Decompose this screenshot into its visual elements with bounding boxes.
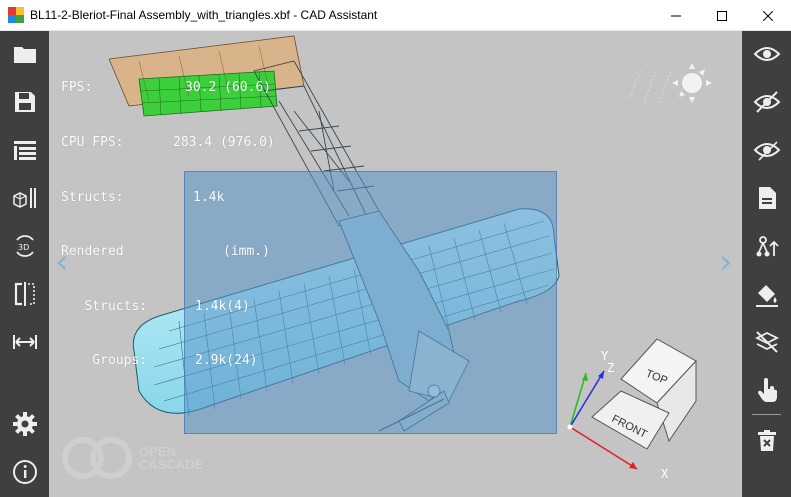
- right-toolbar: [742, 31, 791, 497]
- svg-text:3D: 3D: [18, 243, 29, 252]
- model-tree-icon: [13, 141, 36, 160]
- stat-row: Structs: 1.4k: [61, 189, 225, 205]
- measure-button[interactable]: [0, 322, 49, 362]
- close-button[interactable]: [745, 0, 791, 31]
- performance-stats: FPS: 30.2 (60.6) CPU FPS: 283.4 (976.0) St…: [61, 43, 275, 407]
- stat-row: Structs: 1.4k(4): [61, 298, 250, 314]
- logo-text-line-2: CASCADE: [139, 457, 204, 472]
- properties-button[interactable]: [742, 178, 791, 218]
- close-icon: [763, 10, 773, 21]
- pick-button[interactable]: [742, 370, 791, 410]
- hide-button[interactable]: [742, 82, 791, 122]
- next-view-arrow[interactable]: ›: [719, 245, 733, 279]
- maximize-icon: [717, 10, 727, 21]
- stat-row: Groups: 2.9k(24): [61, 353, 258, 369]
- hand-pointer-icon: [757, 378, 777, 402]
- paint-bucket-icon: [755, 285, 778, 307]
- document-icon: [758, 187, 776, 209]
- explode-view-button[interactable]: [0, 178, 49, 218]
- minimize-button[interactable]: [653, 0, 699, 31]
- settings-button[interactable]: [0, 404, 49, 444]
- previous-view-arrow[interactable]: ‹: [55, 245, 69, 279]
- settings-icon: [12, 412, 37, 436]
- folder-icon: [13, 47, 36, 63]
- save-button[interactable]: [0, 82, 49, 122]
- stat-row: FPS: 30.2 (60.6): [61, 80, 272, 96]
- eye-off-icon: [753, 91, 780, 113]
- info-button[interactable]: [0, 452, 49, 492]
- open-cascade-logo: OPEN CASCADE: [61, 436, 203, 480]
- delete-button[interactable]: [742, 421, 791, 461]
- save-icon: [14, 92, 35, 112]
- stat-row: Rendered (imm.): [61, 244, 270, 260]
- trash-icon: [757, 430, 776, 451]
- paint-button[interactable]: [742, 274, 791, 314]
- measure-icon: [12, 335, 37, 349]
- explode-view-icon: [12, 188, 36, 208]
- minimize-icon: [671, 15, 681, 16]
- 3d-viewport[interactable]: TOP FRONT FPS: 30.2 (60.6) CPU FPS: 283.4 …: [49, 31, 742, 497]
- eye-icon: [753, 47, 780, 61]
- graph-button[interactable]: [742, 226, 791, 266]
- clipping-plane-button[interactable]: [742, 322, 791, 362]
- open-cascade-logo-mark: [62, 437, 132, 479]
- left-toolbar: 3D: [0, 31, 49, 497]
- light-source-indicator: [628, 63, 712, 104]
- split-view-icon: [14, 282, 35, 306]
- show-only-button[interactable]: [742, 130, 791, 170]
- maximize-button[interactable]: [699, 0, 745, 31]
- split-view-button[interactable]: [0, 274, 49, 314]
- open-file-button[interactable]: [0, 34, 49, 74]
- model-tree-button[interactable]: [0, 130, 49, 170]
- graph-icon: [756, 236, 779, 257]
- title-bar: BL11-2-Bleriot-Final Assembly_with_trian…: [0, 0, 791, 31]
- window-title: BL11-2-Bleriot-Final Assembly_with_trian…: [30, 8, 378, 22]
- cad-assistant-app-icon: [8, 7, 24, 23]
- stat-row: CPU FPS: 283.4 (976.0): [61, 135, 275, 151]
- eye-isolate-icon: [753, 141, 780, 161]
- rotate-3d-button[interactable]: 3D: [0, 226, 49, 266]
- toolbar-divider: [752, 414, 781, 415]
- rotate-3d-icon: 3D: [15, 235, 34, 257]
- axis-x-label: X: [661, 467, 669, 481]
- axis-z-label: Z: [607, 361, 615, 375]
- show-button[interactable]: [742, 34, 791, 74]
- info-icon: [12, 460, 37, 484]
- clipping-plane-icon: [754, 331, 779, 353]
